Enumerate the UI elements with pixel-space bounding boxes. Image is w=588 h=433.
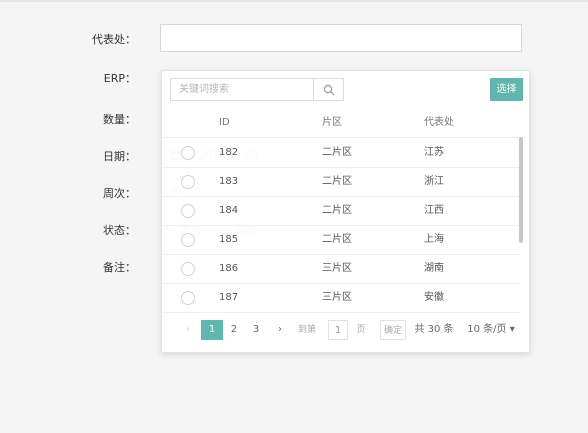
select-button[interactable]: 选择: [490, 78, 523, 101]
row-id: 187: [219, 292, 239, 303]
row-area: 二片区: [322, 147, 352, 158]
rep-label: 代表处：: [92, 33, 136, 46]
table-header: ID 片区 代表处: [162, 109, 520, 138]
search-box: [170, 78, 344, 101]
row-id: 185: [219, 234, 239, 245]
row-radio[interactable]: [181, 175, 195, 189]
row-rep: 湖南: [424, 263, 444, 274]
top-border: [0, 0, 588, 2]
page-size-select[interactable]: 10 条/页 ▾: [465, 320, 517, 340]
row-radio[interactable]: [181, 146, 195, 160]
search-icon: [323, 84, 335, 96]
page-3-button[interactable]: 3: [248, 320, 264, 340]
row-rep: 安徽: [424, 292, 444, 303]
prev-page-button[interactable]: ‹: [180, 320, 196, 340]
table-row[interactable]: 183 二片区 浙江: [162, 168, 520, 197]
search-input[interactable]: [171, 79, 313, 100]
row-area: 二片区: [322, 234, 352, 245]
goto-confirm-button[interactable]: 确定: [380, 320, 406, 340]
next-page-button[interactable]: ›: [272, 320, 288, 340]
page-2-button[interactable]: 2: [226, 320, 242, 340]
status-label: 状态：: [103, 224, 136, 237]
row-area: 三片区: [322, 263, 352, 274]
row-radio[interactable]: [181, 291, 195, 305]
column-id: ID: [219, 117, 230, 128]
goto-page-input[interactable]: 1: [328, 320, 348, 340]
erp-selector-popup: 选择 ID 片区 代表处 182 二片区 江苏 183 二片区 浙江 184 二…: [161, 70, 530, 353]
table-row[interactable]: 185 二片区 上海: [162, 226, 520, 255]
row-rep: 江苏: [424, 147, 444, 158]
total-count: 共 30 条: [414, 324, 454, 335]
row-radio[interactable]: [181, 204, 195, 218]
rep-input[interactable]: [160, 24, 522, 52]
row-rep: 江西: [424, 205, 444, 216]
page-1-button[interactable]: 1: [201, 320, 223, 340]
table-row[interactable]: 186 三片区 湖南: [162, 255, 520, 284]
row-rep: 浙江: [424, 176, 444, 187]
page-unit-label: 页: [356, 325, 366, 335]
row-area: 二片区: [322, 176, 352, 187]
row-id: 183: [219, 176, 239, 187]
table-row[interactable]: 182 二片区 江苏: [162, 139, 520, 168]
date-label: 日期：: [103, 150, 136, 163]
row-rep: 上海: [424, 234, 444, 245]
row-id: 184: [219, 205, 239, 216]
row-radio[interactable]: [181, 262, 195, 276]
row-area: 三片区: [322, 292, 352, 303]
table-row[interactable]: 187 三片区 安徽: [162, 284, 520, 313]
row-radio[interactable]: [181, 233, 195, 247]
erp-label: ERP：: [103, 72, 136, 85]
note-label: 备注：: [103, 261, 136, 274]
table-scrollbar[interactable]: [519, 137, 523, 243]
row-id: 186: [219, 263, 239, 274]
column-area: 片区: [322, 117, 342, 128]
row-area: 二片区: [322, 205, 352, 216]
pagination: ‹ 1 2 3 › 到第 1 页 确定 共 30 条 10 条/页 ▾: [162, 318, 531, 342]
column-rep: 代表处: [424, 117, 454, 128]
quantity-label: 数量：: [103, 113, 136, 126]
search-button[interactable]: [313, 79, 343, 100]
row-id: 182: [219, 147, 239, 158]
goto-label: 到第: [297, 325, 316, 335]
week-label: 周次：: [103, 187, 136, 200]
table-row[interactable]: 184 二片区 江西: [162, 197, 520, 226]
